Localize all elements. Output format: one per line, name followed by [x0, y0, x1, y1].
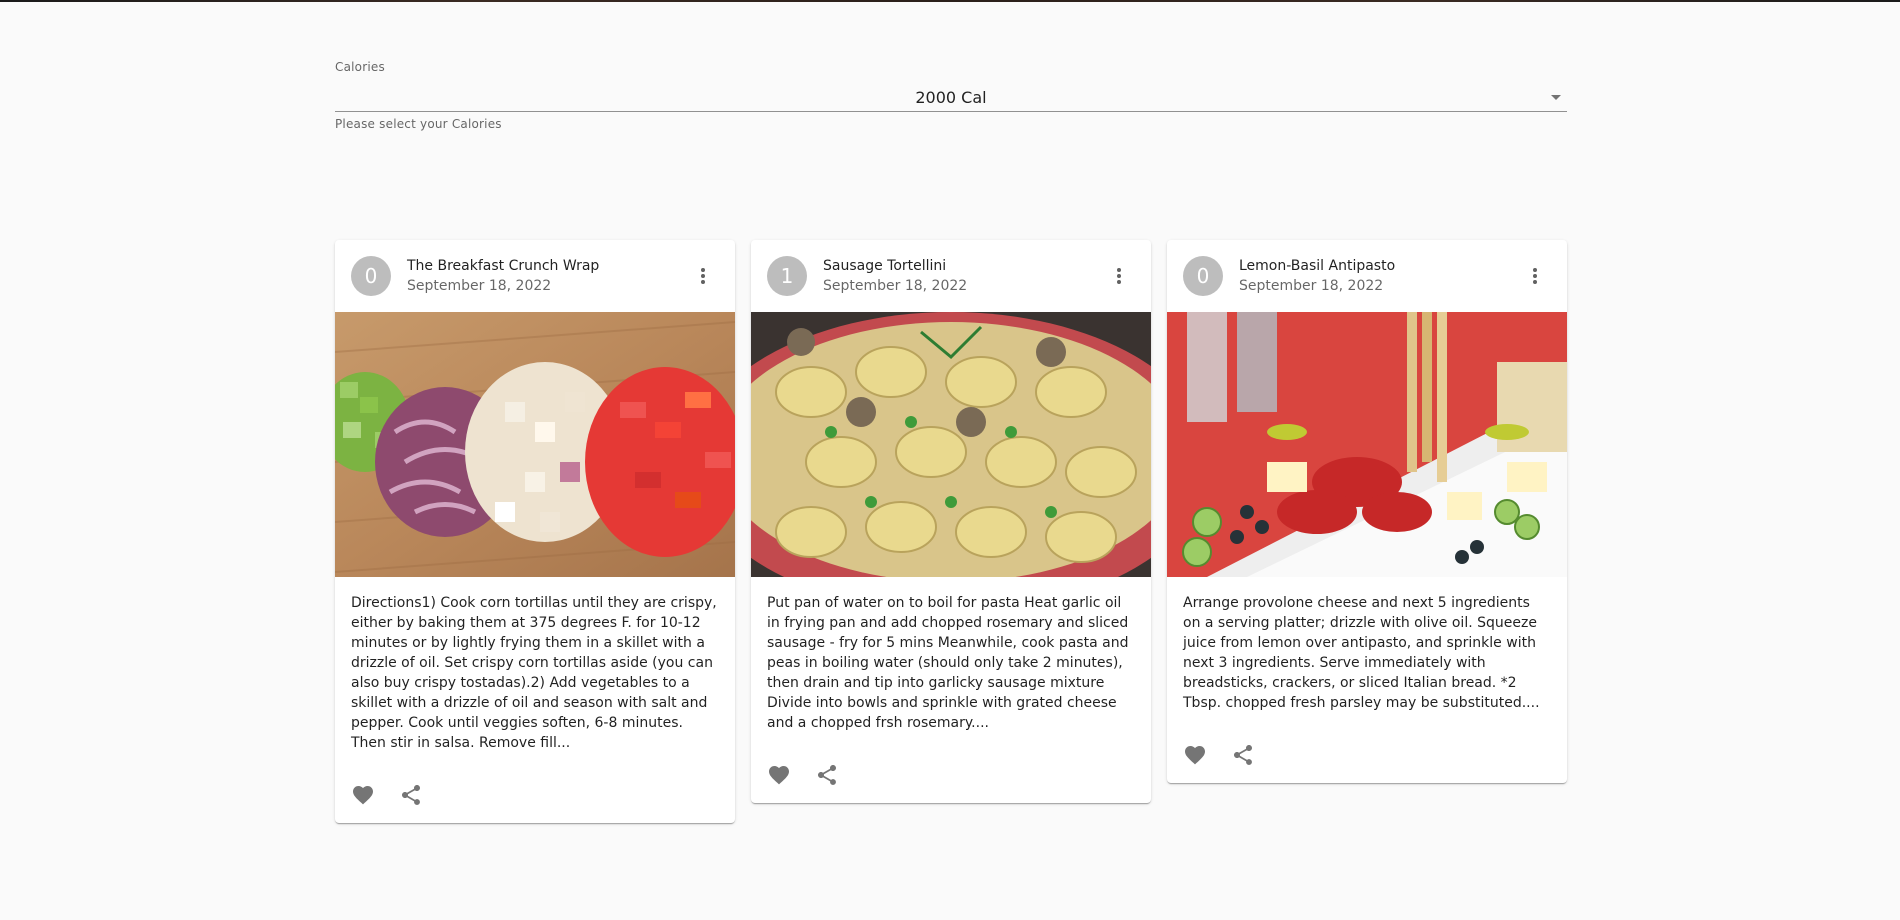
- card-description: Directions1) Cook corn tortillas until t…: [351, 595, 717, 751]
- heart-icon: [353, 786, 373, 805]
- more-options-button[interactable]: [1523, 264, 1547, 288]
- more-options-button[interactable]: [1107, 264, 1131, 288]
- heart-icon: [1185, 746, 1205, 765]
- favorite-button[interactable]: [343, 775, 383, 815]
- calories-label: Calories: [335, 60, 385, 74]
- card-header: 0 The Breakfast Crunch Wrap September 18…: [335, 240, 735, 312]
- card-actions: [335, 767, 735, 823]
- recipe-card: 1 Sausage Tortellini September 18, 2022: [751, 240, 1151, 803]
- recipe-image-chopped-vegetables: [335, 312, 735, 577]
- more-vert-icon: [1117, 268, 1121, 284]
- favorite-button[interactable]: [1175, 735, 1215, 775]
- calories-value: 2000 Cal: [915, 88, 987, 107]
- card-date: September 18, 2022: [407, 278, 552, 294]
- top-strip: [0, 0, 1900, 2]
- recipe-card: 0 Lemon-Basil Antipasto September 18, 20…: [1167, 240, 1567, 783]
- card-title: Lemon-Basil Antipasto: [1239, 258, 1396, 274]
- calories-helper-text: Please select your Calories: [335, 117, 502, 131]
- share-button[interactable]: [1223, 735, 1263, 775]
- recipe-card: 0 The Breakfast Crunch Wrap September 18…: [335, 240, 735, 823]
- share-button[interactable]: [391, 775, 431, 815]
- card-title: The Breakfast Crunch Wrap: [407, 258, 600, 274]
- card-actions: [751, 747, 1151, 803]
- chevron-down-icon: [1551, 95, 1561, 100]
- avatar: 1: [767, 256, 807, 296]
- favorite-button[interactable]: [759, 755, 799, 795]
- share-icon: [818, 765, 836, 785]
- card-title: Sausage Tortellini: [823, 258, 947, 274]
- card-date: September 18, 2022: [823, 278, 968, 294]
- share-icon: [402, 785, 420, 805]
- share-icon: [1234, 745, 1252, 765]
- share-button[interactable]: [807, 755, 847, 795]
- card-date: September 18, 2022: [1239, 278, 1384, 294]
- avatar: 0: [351, 256, 391, 296]
- heart-icon: [769, 766, 789, 785]
- card-header: 0 Lemon-Basil Antipasto September 18, 20…: [1167, 240, 1567, 312]
- card-description: Arrange provolone cheese and next 5 ingr…: [1183, 595, 1540, 711]
- calories-select-group: Calories 2000 Cal Please select your Cal…: [335, 60, 1567, 131]
- calories-select[interactable]: 2000 Cal: [335, 84, 1567, 112]
- more-vert-icon: [1533, 268, 1537, 284]
- avatar: 0: [1183, 256, 1223, 296]
- card-actions: [1167, 727, 1567, 783]
- recipe-image-antipasto: [1167, 312, 1567, 577]
- recipe-image-tortellini: [751, 312, 1151, 577]
- card-description: Put pan of water on to boil for pasta He…: [767, 595, 1129, 731]
- card-header: 1 Sausage Tortellini September 18, 2022: [751, 240, 1151, 312]
- more-options-button[interactable]: [691, 264, 715, 288]
- more-vert-icon: [701, 268, 705, 284]
